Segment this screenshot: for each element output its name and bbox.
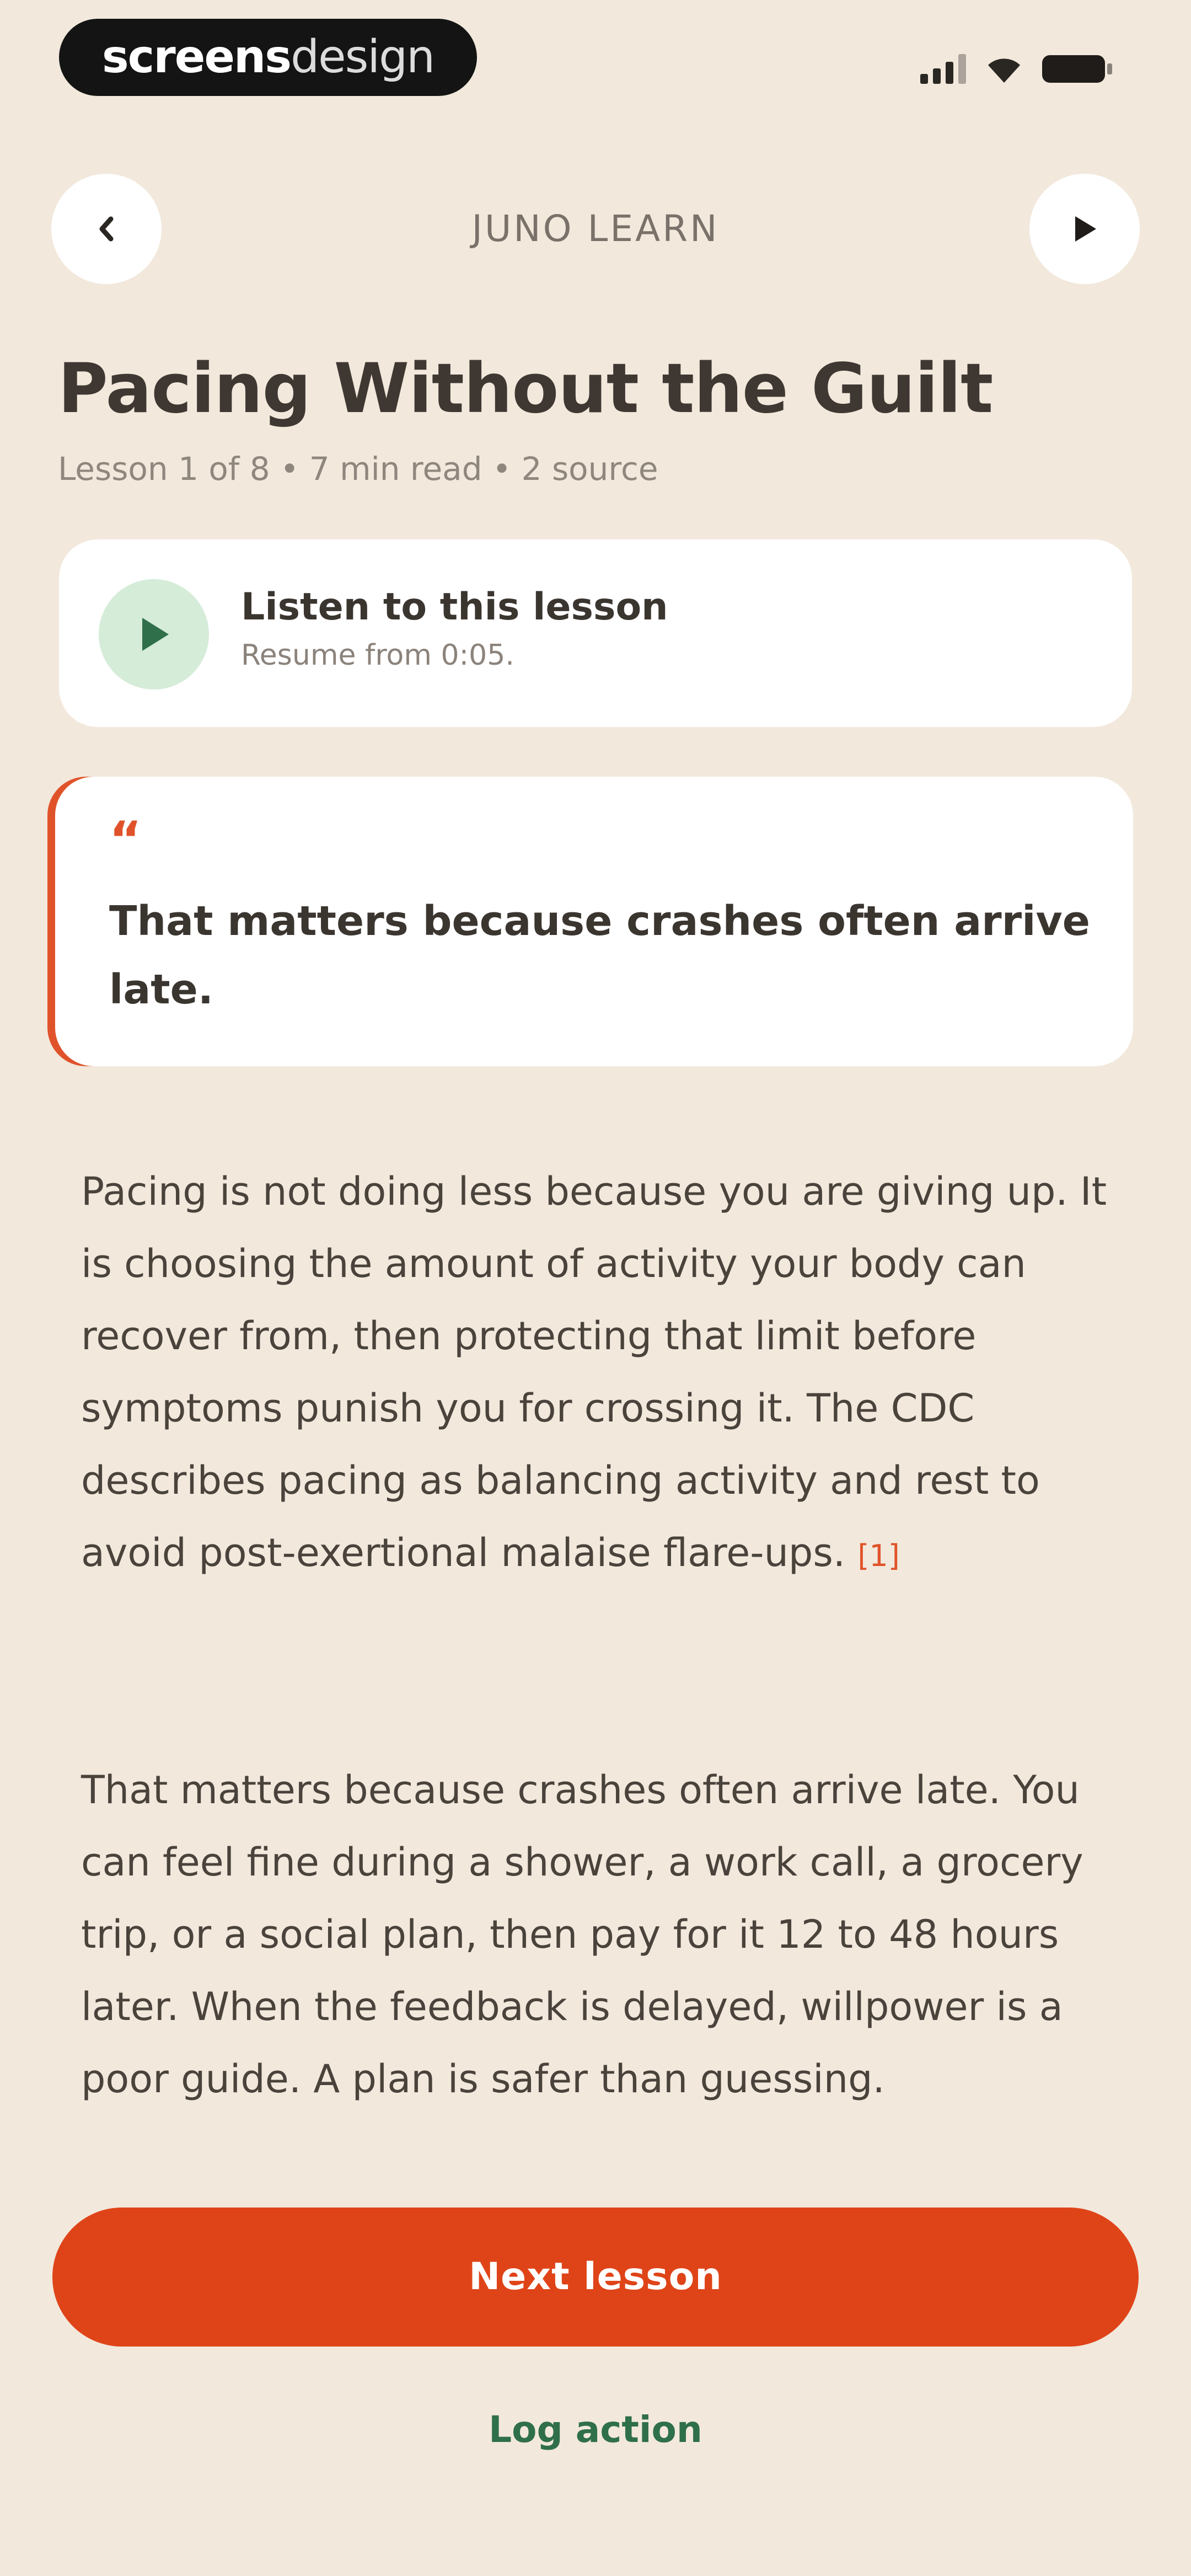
- play-icon: [142, 618, 169, 651]
- next-lesson-button[interactable]: Next lesson: [52, 2208, 1139, 2347]
- paragraph-text: That matters because crashes often arriv…: [81, 1767, 1083, 2102]
- lesson-meta: Lesson 1 of 8 • 7 min read • 2 source: [58, 450, 658, 488]
- listen-title: Listen to this lesson: [241, 585, 668, 629]
- battery-icon: [1042, 54, 1114, 84]
- lesson-paragraph: Pacing is not doing less because you are…: [81, 1156, 1118, 1592]
- lesson-header: JUNO LEARN: [0, 174, 1191, 287]
- listen-resume-text: Resume from 0:05.: [241, 639, 514, 672]
- brand-logo-bold: screens: [101, 31, 292, 83]
- listen-play-button[interactable]: [99, 579, 209, 690]
- signal-icon: [920, 54, 966, 84]
- header-title: JUNO LEARN: [471, 207, 720, 250]
- lesson-paragraph: That matters because crashes often arriv…: [81, 1754, 1118, 2115]
- brand-logo-light: design: [291, 31, 435, 83]
- pull-quote-card: “ That matters because crashes often arr…: [55, 777, 1133, 1066]
- status-bar: screensdesign: [0, 0, 1191, 116]
- listen-card[interactable]: Listen to this lesson Resume from 0:05.: [59, 539, 1132, 727]
- log-action-link[interactable]: Log action: [0, 2402, 1191, 2457]
- play-audio-button[interactable]: [1029, 174, 1140, 284]
- status-icons: [920, 51, 1114, 84]
- play-icon: [1075, 216, 1096, 242]
- quote-icon: “: [109, 811, 142, 869]
- paragraph-text: Pacing is not doing less because you are…: [81, 1169, 1107, 1575]
- brand-logo: screensdesign: [59, 19, 477, 96]
- page-title: Pacing Without the Guilt: [58, 349, 993, 429]
- citation-link[interactable]: [1]: [857, 1538, 900, 1573]
- pull-quote-text: That matters because crashes often arriv…: [109, 897, 1090, 1013]
- wifi-icon: [986, 55, 1022, 84]
